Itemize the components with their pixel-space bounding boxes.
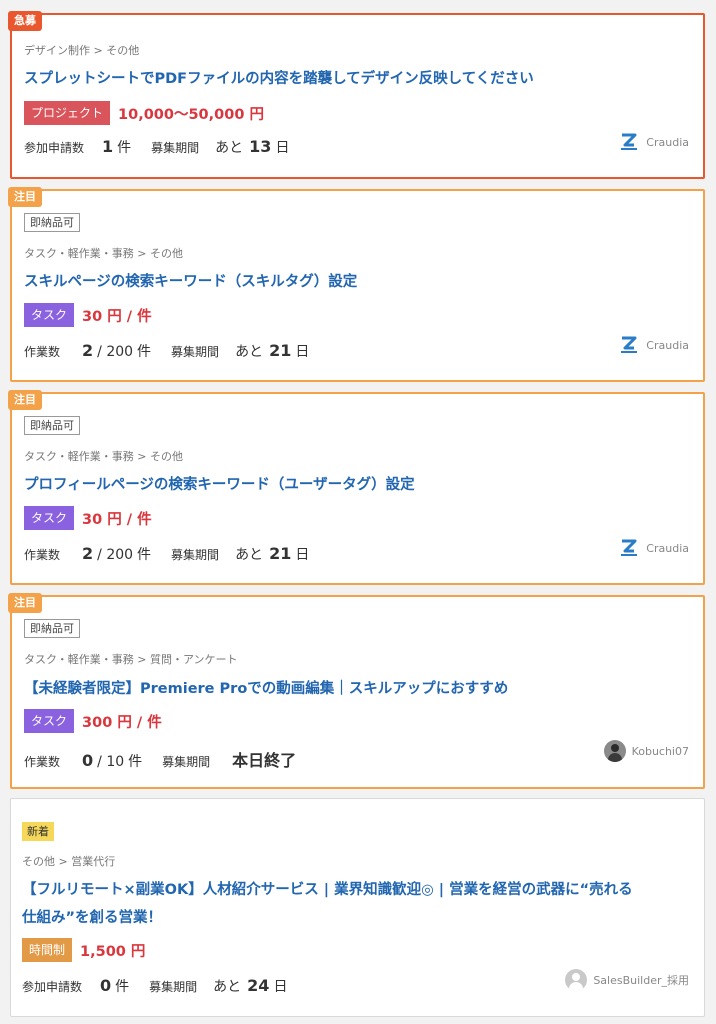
category-breadcrumb[interactable]: タスク・軽作業・事務 > その他 [24, 448, 689, 464]
category-breadcrumb[interactable]: タスク・軽作業・事務 > 質問・アンケート [24, 651, 689, 667]
work-total: / 10 [97, 754, 125, 770]
remain-prefix: あと [213, 979, 242, 995]
job-title[interactable]: プロフィールページの検索キーワード（ユーザータグ）設定 [24, 472, 689, 498]
price: 10,000〜50,000 円 [118, 106, 264, 123]
remain-prefix: あと [235, 344, 264, 360]
period-label: 募集期間 [162, 755, 211, 769]
job-card[interactable]: 注目 即納品可 タスク・軽作業・事務 > その他 プロフィールページの検索キーワ… [8, 390, 705, 585]
owner-name: Craudia [646, 541, 689, 555]
count-unit: 件 [128, 754, 143, 770]
instant-delivery-tag: 即納品可 [24, 416, 80, 435]
job-title[interactable]: 【フルリモート×副業OK】人材紹介サービス | 業界知識歓迎◎ | 営業を経営の… [22, 876, 644, 932]
craudia-logo-icon [621, 133, 638, 150]
job-card[interactable]: 注目 即納品可 タスク・軽作業・事務 > その他 スキルページの検索キーワード（… [8, 187, 705, 382]
type-badge-task: タスク [24, 506, 75, 530]
job-title[interactable]: スキルページの検索キーワード（スキルタグ）設定 [24, 269, 689, 295]
count-unit: 件 [137, 344, 152, 360]
work-total: / 200 [97, 547, 134, 563]
owner-name: Craudia [646, 338, 689, 352]
craudia-logo-icon [621, 539, 638, 556]
type-badge-task: タスク [24, 303, 75, 327]
work-done: 2 [82, 544, 94, 563]
price: 1,500 円 [80, 943, 146, 960]
period-label: 募集期間 [171, 548, 220, 562]
featured-ribbon: 注目 [8, 593, 42, 613]
user-avatar-icon [565, 969, 588, 991]
job-card[interactable]: 注目 即納品可 タスク・軽作業・事務 > 質問・アンケート 【未経験者限定】Pr… [8, 593, 705, 789]
owner-name: SalesBuilder_採用 [593, 974, 689, 987]
work-count-label: 作業数 [24, 345, 61, 359]
days-unit: 日 [295, 547, 310, 563]
work-done: 0 [82, 751, 94, 770]
period-label: 募集期間 [149, 980, 198, 994]
days-unit: 日 [275, 140, 290, 156]
days-unit: 日 [295, 344, 310, 360]
price: 30 円 / 件 [82, 511, 152, 528]
instant-delivery-tag: 即納品可 [24, 619, 80, 638]
applicants-label: 参加申請数 [22, 980, 83, 994]
count-unit: 件 [137, 547, 152, 563]
urgent-ribbon: 急募 [8, 11, 42, 31]
owner-name: Craudia [646, 135, 689, 149]
owner[interactable]: Craudia [618, 131, 689, 153]
owner[interactable]: Craudia [618, 334, 689, 356]
type-badge-task: タスク [24, 709, 75, 733]
applicants-label: 参加申請数 [24, 141, 85, 155]
days-remaining: 24 [247, 976, 270, 995]
craudia-logo-icon [621, 336, 638, 353]
category-breadcrumb[interactable]: タスク・軽作業・事務 > その他 [24, 245, 689, 261]
type-badge-hourly: 時間制 [22, 938, 73, 962]
period-label: 募集期間 [171, 345, 220, 359]
remain-prefix: あと [215, 140, 244, 156]
category-breadcrumb[interactable]: その他 > 営業代行 [22, 853, 690, 869]
applicants-count: 0 [100, 976, 112, 995]
days-remaining: 13 [249, 137, 272, 156]
work-count-label: 作業数 [24, 755, 61, 769]
category-breadcrumb[interactable]: デザイン制作 > その他 [24, 42, 689, 58]
period-label: 募集期間 [151, 141, 200, 155]
count-unit: 件 [117, 140, 132, 156]
deadline-status: 本日終了 [232, 751, 297, 770]
work-count-label: 作業数 [24, 548, 61, 562]
days-unit: 日 [273, 979, 288, 995]
featured-ribbon: 注目 [8, 187, 42, 207]
remain-prefix: あと [235, 547, 264, 563]
applicants-count: 1 [102, 137, 114, 156]
new-badge: 新着 [22, 822, 54, 841]
count-unit: 件 [115, 979, 130, 995]
days-remaining: 21 [269, 341, 292, 360]
job-card[interactable]: 急募 デザイン制作 > その他 スプレットシートでPDFファイルの内容を踏襲して… [8, 11, 705, 179]
user-avatar-icon [603, 740, 626, 762]
type-badge-project: プロジェクト [24, 101, 111, 125]
featured-ribbon: 注目 [8, 390, 42, 410]
owner[interactable]: SalesBuilder_採用 [565, 969, 689, 991]
job-title[interactable]: 【未経験者限定】Premiere Proでの動画編集｜スキルアップにおすすめ [24, 676, 689, 702]
owner[interactable]: Craudia [618, 537, 689, 559]
price: 30 円 / 件 [82, 308, 152, 325]
work-total: / 200 [97, 344, 134, 360]
instant-delivery-tag: 即納品可 [24, 213, 80, 232]
days-remaining: 21 [269, 544, 292, 563]
price: 300 円 / 件 [82, 714, 162, 731]
job-title[interactable]: スプレットシートでPDFファイルの内容を踏襲してデザイン反映してください [24, 66, 689, 92]
job-card[interactable]: 新着 その他 > 営業代行 【フルリモート×副業OK】人材紹介サービス | 業界… [10, 798, 705, 1017]
owner-name: Kobuchi07 [631, 744, 689, 758]
owner[interactable]: Kobuchi07 [603, 740, 689, 762]
work-done: 2 [82, 341, 94, 360]
